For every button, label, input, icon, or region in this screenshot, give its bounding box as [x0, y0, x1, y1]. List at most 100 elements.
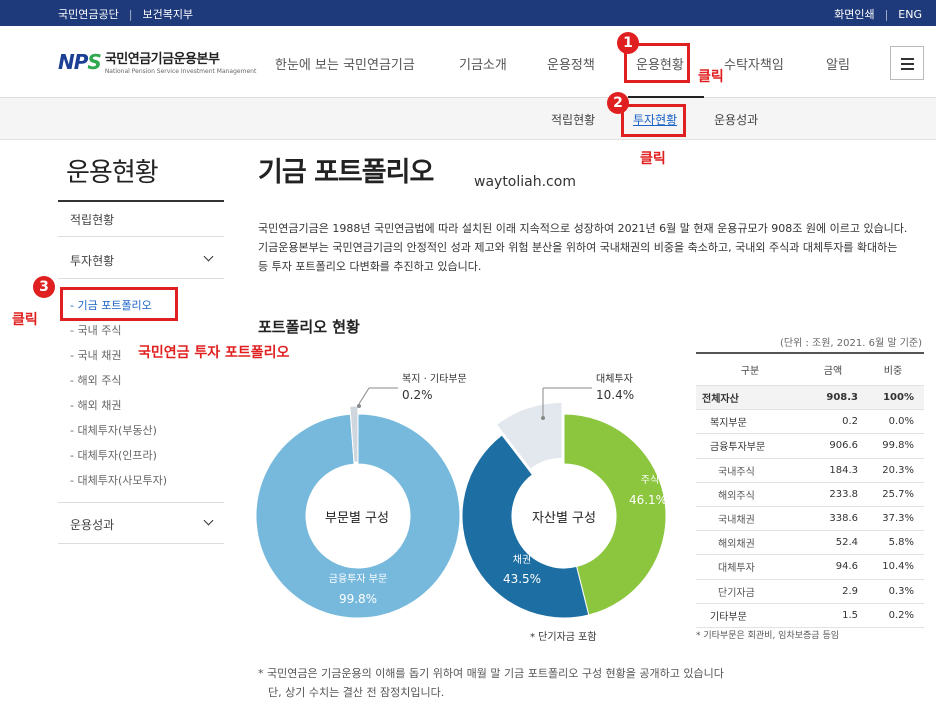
- table-row: 전체자산 908.3 100%: [696, 386, 924, 411]
- donut1-title: 부문별 구성: [325, 511, 389, 526]
- table-cell: 단기자금: [718, 587, 755, 599]
- logo-name: 국민연금기금운용본부: [104, 52, 220, 67]
- table-row: 국내주식 184.3 20.3%: [696, 459, 924, 483]
- callout-click-1: 클릭: [698, 69, 724, 85]
- sidebar-sub-alt-realestate[interactable]: - 대체투자(부동산): [70, 422, 157, 438]
- sub-navigation: 적립현황 투자현황 운용성과: [0, 98, 936, 140]
- footnote-line-1: * 국민연금은 기금운용의 이해를 돕기 위하여 매월 말 기금 포트폴리오 구…: [258, 667, 724, 680]
- gnb-overview[interactable]: 한눈에 보는 국민연금기금: [275, 54, 415, 73]
- subnav-performance[interactable]: 운용성과: [714, 111, 758, 128]
- gnb-notice[interactable]: 알림: [826, 54, 850, 73]
- sidebar-sub-domestic-bond[interactable]: - 국내 채권: [70, 347, 121, 363]
- util-divider: |: [884, 7, 889, 21]
- table-cell: 52.4: [835, 537, 858, 549]
- util-link-print[interactable]: 화면인쇄: [834, 6, 874, 22]
- util-divider: |: [128, 7, 133, 21]
- table-cell: 25.7%: [882, 488, 914, 500]
- sidebar-divider: [58, 502, 224, 503]
- util-link-mohw[interactable]: 보건복지부: [142, 6, 193, 22]
- site-header: NPS 국민연금기금운용본부 National Pension Service …: [0, 26, 936, 98]
- utility-bar: 국민연금공단 | 보건복지부 화면인쇄 | ENG: [0, 0, 936, 26]
- table-cell: 해외채권: [718, 539, 755, 551]
- sidebar-divider: [58, 200, 224, 202]
- table-row: 복지부문 0.2 0.0%: [696, 410, 924, 435]
- table-cell: 99.8%: [882, 440, 914, 452]
- footnote: * 국민연금은 기금운용의 이해를 돕기 위하여 매월 말 기금 포트폴리오 구…: [258, 664, 724, 702]
- portfolio-table: 구분 금액 비중 전체자산 908.3 100% 복지부문 0.2 0.0% 금융투자부문 9…: [696, 352, 924, 628]
- sidebar-item-investment[interactable]: 투자현황: [70, 252, 114, 269]
- table-cell: 0.2: [842, 416, 858, 428]
- table-cell: 대체투자: [718, 563, 755, 575]
- chevron-down-icon[interactable]: [203, 251, 214, 262]
- table-cell: 0.3%: [888, 585, 914, 597]
- callout-portfolio: 국민연금 투자 포트폴리오: [138, 345, 290, 361]
- footnote-line-2: 단, 상기 수치는 결산 전 잠정치입니다.: [268, 686, 445, 699]
- table-row: 국내채권 338.6 37.3%: [696, 507, 924, 532]
- unit-note: (단위 : 조원, 2021. 6월 말 기준): [779, 338, 922, 349]
- chart-note: * 단기자금 포함: [530, 632, 597, 643]
- hamburger-menu-icon[interactable]: [890, 46, 924, 80]
- donut1-label-welfare: 복지 · 기타부문: [402, 373, 467, 385]
- sidebar-divider: [58, 543, 224, 544]
- sidebar-divider: [58, 278, 224, 279]
- table-cell: 2.9: [842, 585, 858, 597]
- callout-badge-2: 2: [607, 92, 629, 114]
- table-cell: 37.3%: [882, 513, 914, 525]
- sidebar-title: 운용현황: [66, 158, 159, 188]
- table-row: 해외주식 233.8 25.7%: [696, 483, 924, 507]
- table-cell: 국내채권: [718, 515, 755, 527]
- site-logo[interactable]: NPS 국민연금기금운용본부 National Pension Service …: [58, 48, 256, 76]
- watermark-text: waytoliah.com: [474, 174, 576, 190]
- table-row: 해외채권 52.4 5.8%: [696, 531, 924, 556]
- donut2-title: 자산별 구성: [532, 511, 596, 526]
- sidebar-sub-alt-pe[interactable]: - 대체투자(사모투자): [70, 472, 167, 488]
- donut2-label-bond: 채권: [513, 554, 531, 566]
- table-cell: 0.0%: [888, 416, 914, 428]
- table-header: 금액: [823, 366, 843, 377]
- table-cell: 233.8: [829, 488, 858, 500]
- callout-click-2: 클릭: [640, 151, 666, 167]
- table-cell: 0.2%: [888, 609, 914, 621]
- sidebar-sub-global-equity[interactable]: - 해외 주식: [70, 372, 121, 388]
- page-title: 기금 포트폴리오: [258, 157, 434, 188]
- util-link-eng[interactable]: ENG: [898, 8, 922, 21]
- table-cell: 100%: [883, 392, 914, 404]
- gnb-fund-intro[interactable]: 기금소개: [459, 54, 507, 73]
- leader-line: [358, 387, 370, 405]
- chevron-down-icon[interactable]: [203, 515, 214, 526]
- table-cell: 전체자산: [702, 394, 739, 406]
- donut1-value-finance: 99.8%: [339, 592, 377, 606]
- callout-box-2: [621, 104, 686, 137]
- table-cell: 복지부문: [710, 418, 747, 430]
- sidebar-sub-domestic-equity[interactable]: - 국내 주식: [70, 322, 121, 338]
- table-cell: 기타부문: [710, 611, 747, 623]
- subnav-reserve[interactable]: 적립현황: [551, 111, 595, 128]
- table-cell: 906.6: [829, 440, 858, 452]
- gnb-stewardship[interactable]: 수탁자책임: [724, 54, 784, 73]
- table-cell: 908.3: [826, 392, 858, 404]
- donut1-label-finance: 금융투자 부문: [329, 573, 387, 585]
- donut2-value-alt: 10.4%: [596, 388, 634, 402]
- sidebar-sub-portfolio[interactable]: - 기금 포트폴리오: [70, 297, 152, 313]
- table-cell: 10.4%: [882, 561, 914, 573]
- util-link-nps[interactable]: 국민연금공단: [58, 6, 119, 22]
- table-cell: 금융투자부문: [710, 442, 766, 454]
- logo-mark: NPS: [58, 49, 102, 74]
- sidebar-sub-global-bond[interactable]: - 해외 채권: [70, 397, 121, 413]
- donut1-value-welfare: 0.2%: [402, 388, 433, 402]
- sidebar-sub-alt-infra[interactable]: - 대체투자(인프라): [70, 447, 157, 463]
- section-title: 포트폴리오 현황: [258, 318, 360, 336]
- donut2-value-bond: 43.5%: [503, 572, 541, 586]
- leader-dot: [357, 404, 361, 408]
- table-row: 금융투자부문 906.6 99.8%: [696, 434, 924, 459]
- sidebar-divider: [58, 236, 224, 237]
- gnb-policy[interactable]: 운용정책: [547, 54, 595, 73]
- table-row: 기타부문 1.5 0.2%: [696, 604, 924, 628]
- leader-dot: [541, 416, 545, 420]
- table-header-row: 구분 금액 비중: [696, 354, 924, 386]
- sidebar-item-reserve[interactable]: 적립현황: [70, 211, 114, 228]
- portfolio-charts: 부문별 구성 자산별 구성 금융투자 부문 99.8% 복지 · 기타부문 0.…: [255, 373, 667, 619]
- table-cell: 해외주식: [718, 490, 755, 502]
- callout-badge-1: 1: [617, 32, 639, 54]
- sidebar-item-performance[interactable]: 운용성과: [70, 516, 114, 533]
